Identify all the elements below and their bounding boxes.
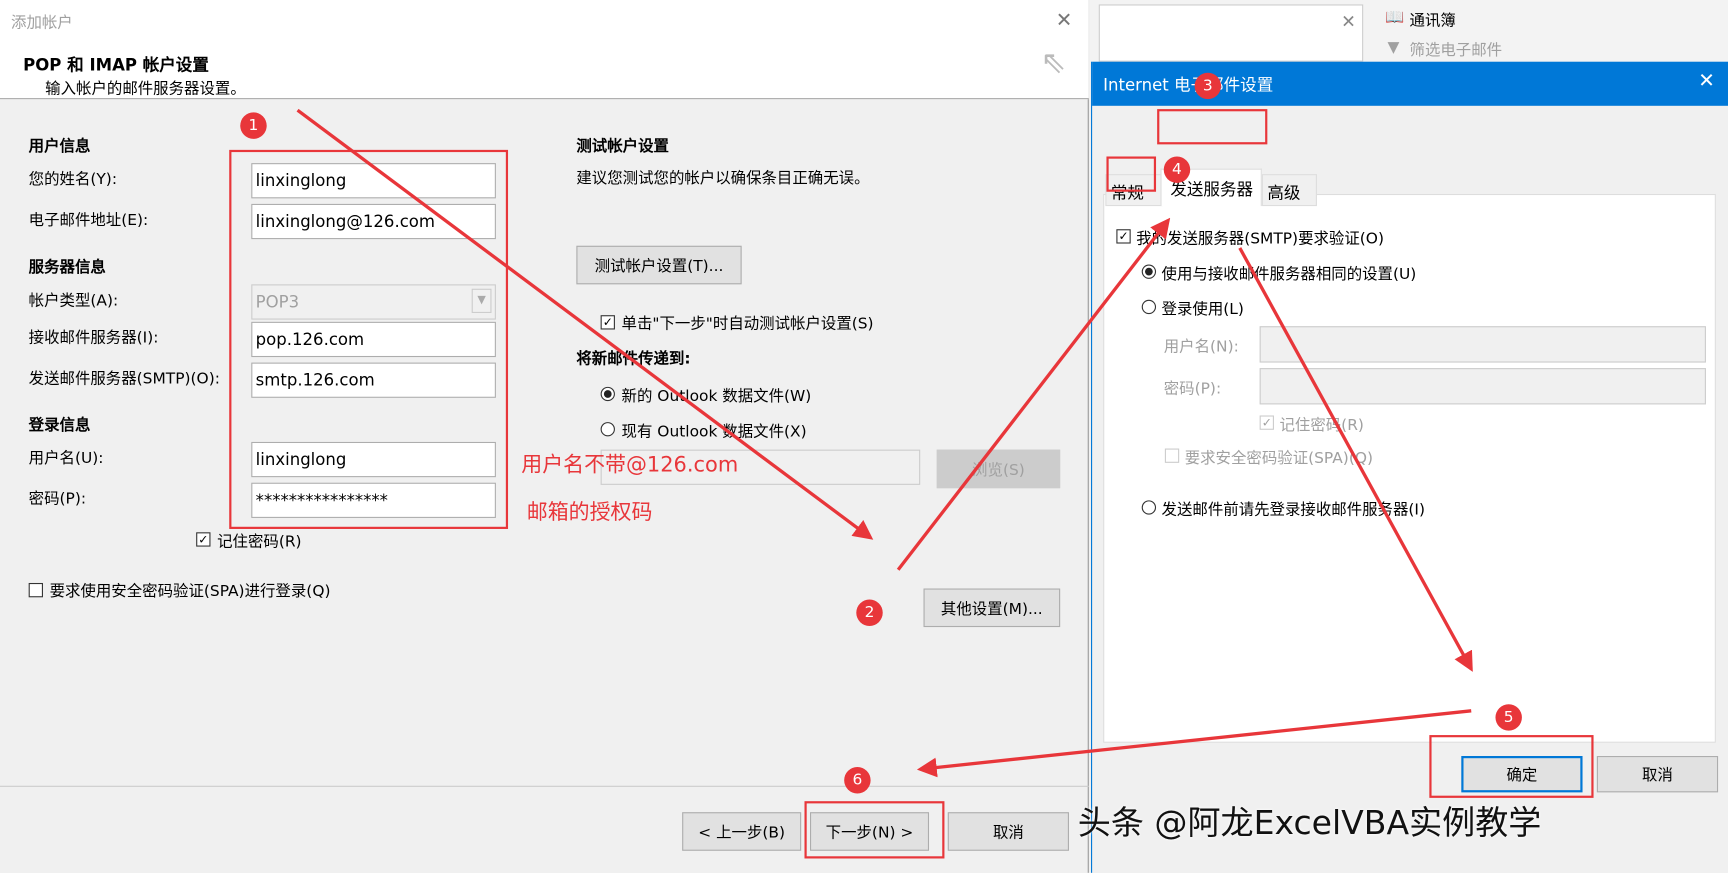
arrows-overlay bbox=[296, 108, 1473, 778]
arrow-1 bbox=[296, 108, 874, 540]
watermark: 头条 @阿龙ExcelVBA实例教学 bbox=[1077, 804, 1542, 844]
arrow-2 bbox=[896, 217, 1171, 571]
arrow-4 bbox=[916, 709, 1472, 778]
arrow-3 bbox=[1238, 247, 1473, 672]
